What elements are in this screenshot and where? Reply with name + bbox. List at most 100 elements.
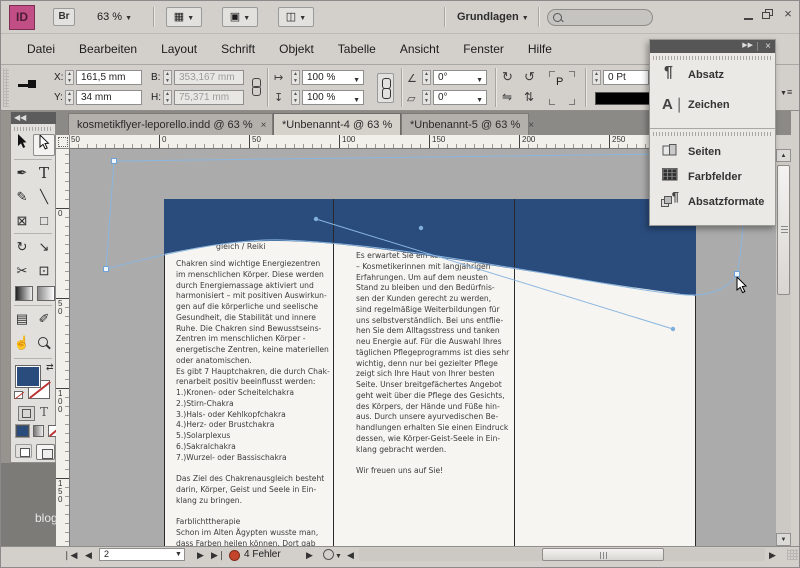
scroll-up-button[interactable]: ▲	[776, 149, 791, 162]
control-bar-grip[interactable]	[3, 68, 9, 107]
panel-menu-icon[interactable]: ▼≡	[780, 87, 792, 97]
scale-x-stepper[interactable]: ▲▼	[291, 70, 300, 85]
stroke-weight-field[interactable]: 0 Pt	[603, 70, 649, 85]
rectangle-tool[interactable]: □	[33, 210, 55, 232]
apply-gradient-button[interactable]	[33, 425, 44, 437]
workspace-switcher[interactable]: Grundlagen ▼	[457, 11, 529, 23]
scroll-right-button[interactable]: ▶	[769, 550, 776, 561]
constrain-scale-link-button[interactable]	[377, 73, 394, 103]
scroll-left-button[interactable]: ◀	[347, 550, 354, 561]
preflight-menu-arrow-icon[interactable]: ▼	[335, 553, 342, 560]
preview-mode-button[interactable]	[36, 444, 55, 460]
menu-layout[interactable]: Layout	[149, 42, 209, 56]
view-options-button[interactable]: ▦ ▼	[166, 7, 202, 27]
tab-kosmetikflyer[interactable]: kosmetikflyer-leporello.indd @ 63 %×	[68, 113, 273, 135]
last-page-button[interactable]: ▶❘	[211, 550, 225, 561]
menu-hilfe[interactable]: Hilfe	[516, 42, 564, 56]
arrange-documents-button[interactable]: ◫ ▼	[278, 7, 314, 27]
expand-panel-icon[interactable]: ▶▶	[742, 41, 753, 49]
menu-datei[interactable]: Datei	[15, 42, 67, 56]
minimize-button[interactable]	[743, 11, 755, 21]
rotation-stepper[interactable]: ▲▼	[422, 70, 431, 85]
stroke-weight-stepper[interactable]: ▲▼	[592, 70, 601, 85]
scale-tool[interactable]: ↘	[33, 236, 55, 258]
x-value-field[interactable]: 161,5 mm	[76, 70, 142, 85]
tab-close-icon[interactable]: ×	[261, 120, 267, 131]
width-value-field[interactable]: 353,167 mm	[174, 70, 244, 85]
shear-field[interactable]: 0°▼	[433, 90, 487, 105]
tab-close-icon[interactable]: ×	[528, 120, 534, 131]
screen-mode-button[interactable]: ▣ ▼	[222, 7, 258, 27]
swap-fill-stroke-icon[interactable]: ⇄	[46, 362, 54, 373]
preflight-menu-icon[interactable]	[323, 549, 334, 560]
panel-item-farbfelder[interactable]: Farbfelder	[652, 166, 773, 190]
menu-fenster[interactable]: Fenster	[451, 42, 516, 56]
rotation-field[interactable]: 0°▼	[433, 70, 487, 85]
selection-tool[interactable]	[11, 134, 33, 156]
bridge-button[interactable]: Br	[53, 8, 75, 26]
next-page-button[interactable]: ▶	[197, 550, 204, 561]
scale-x-field[interactable]: 100 %▼	[302, 70, 364, 85]
scissors-tool[interactable]: ✂	[11, 260, 33, 282]
panel-item-absatz[interactable]: ¶ Absatz	[652, 64, 773, 88]
page-list-dropdown-icon[interactable]: ▼	[175, 551, 182, 558]
pen-tool[interactable]: ✒	[11, 162, 33, 184]
zoom-level-dropdown[interactable]: 63 % ▼	[97, 11, 132, 23]
flip-horizontal-icon[interactable]: ⇋	[502, 90, 512, 104]
menu-ansicht[interactable]: Ansicht	[388, 42, 451, 56]
pencil-tool[interactable]: ✎	[11, 186, 33, 208]
previous-page-button[interactable]: ◀	[85, 550, 92, 561]
flip-vertical-icon[interactable]: ⇅	[524, 90, 534, 104]
restore-button[interactable]	[762, 9, 774, 20]
content-proxy-indicator[interactable]: P	[549, 71, 575, 105]
note-tool[interactable]: ▤	[11, 308, 33, 330]
type-tool[interactable]: T	[33, 162, 55, 184]
resize-grip[interactable]	[787, 549, 798, 560]
position-tool[interactable]: ⊡	[33, 260, 55, 282]
vertical-scroll-thumb[interactable]	[777, 165, 790, 295]
zoom-tool[interactable]	[33, 332, 55, 354]
horizontal-scroll-thumb[interactable]	[542, 548, 664, 561]
first-page-button[interactable]: ❘◀	[63, 550, 77, 561]
height-stepper[interactable]: ▲▼	[163, 90, 172, 105]
fill-swatch[interactable]	[16, 366, 40, 387]
menu-tabelle[interactable]: Tabelle	[326, 42, 388, 56]
preflight-status-text[interactable]: 4 Fehler	[244, 549, 281, 560]
gradient-feather-tool[interactable]	[37, 286, 55, 301]
width-stepper[interactable]: ▲▼	[163, 70, 172, 85]
scale-y-field[interactable]: 100 %▼	[302, 90, 364, 105]
panel-group-drag-bar[interactable]	[653, 132, 772, 136]
search-input[interactable]	[547, 9, 653, 26]
menu-objekt[interactable]: Objekt	[267, 42, 326, 56]
vertical-scrollbar[interactable]: ▲ ▼	[776, 149, 791, 546]
x-stepper[interactable]: ▲▼	[65, 70, 74, 85]
y-value-field[interactable]: 34 mm	[76, 90, 142, 105]
gradient-swatch-tool[interactable]	[15, 286, 33, 301]
ruler-origin-box[interactable]	[56, 135, 70, 149]
preflight-expand-icon[interactable]: ▶	[306, 550, 313, 561]
close-panel-icon[interactable]: ×	[765, 40, 771, 53]
rotate-cw-icon[interactable]: ↻	[502, 69, 513, 85]
panel-group-drag-bar[interactable]	[653, 56, 772, 60]
close-button[interactable]: ×	[782, 8, 794, 20]
panel-item-zeichen[interactable]: A❘ Zeichen	[652, 94, 773, 118]
tab-unbenannt-4[interactable]: *Unbenannt-4 @ 63 %×	[273, 113, 401, 135]
horizontal-scrollbar[interactable]	[359, 548, 765, 561]
y-stepper[interactable]: ▲▼	[65, 90, 74, 105]
default-fill-stroke-icon[interactable]	[14, 391, 23, 399]
scale-y-stepper[interactable]: ▲▼	[291, 90, 300, 105]
rotate-tool[interactable]: ↻	[11, 236, 33, 258]
tab-unbenannt-5[interactable]: *Unbenannt-5 @ 63 %×	[401, 113, 529, 135]
panel-header[interactable]: ▶▶ ×	[650, 40, 775, 53]
formatting-affects-text-button[interactable]: T	[40, 405, 48, 419]
normal-view-mode-button[interactable]	[15, 444, 32, 458]
panel-item-absatzformate[interactable]: ¶ Absatzformate	[652, 191, 773, 215]
page-number-field[interactable]: 2	[99, 548, 185, 561]
line-tool[interactable]: ╲	[33, 186, 55, 208]
menu-schrift[interactable]: Schrift	[209, 42, 267, 56]
frame-tool[interactable]: ⊠	[11, 210, 33, 232]
rotate-ccw-icon[interactable]: ↺	[524, 69, 535, 85]
constrain-dimensions-icon[interactable]	[252, 86, 261, 96]
tools-panel-drag-handle[interactable]	[14, 127, 52, 131]
direct-selection-tool[interactable]	[33, 134, 55, 156]
